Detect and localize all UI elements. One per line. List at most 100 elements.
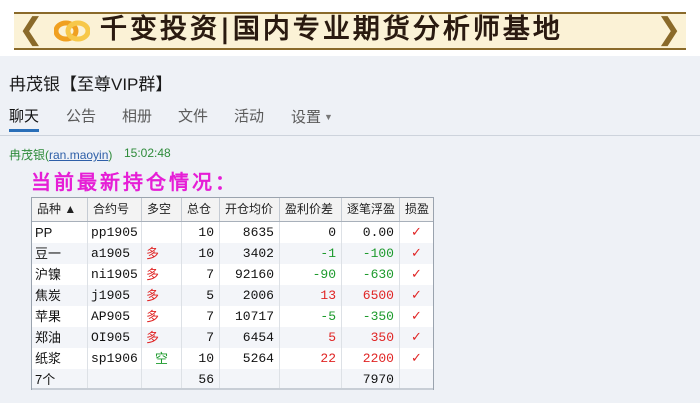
tabs-divider bbox=[0, 135, 700, 136]
summary-empty-cell bbox=[88, 369, 142, 390]
summary-empty-cell bbox=[142, 369, 182, 390]
size-cell: 7 bbox=[182, 264, 220, 285]
summary-size-cell: 56 bbox=[182, 369, 220, 390]
horizontal-scrollbar[interactable] bbox=[32, 388, 433, 390]
col-header-product[interactable]: 品种 ▲ bbox=[32, 198, 88, 221]
checkmark-icon: ✓ bbox=[411, 246, 422, 261]
checkmark-icon: ✓ bbox=[411, 309, 422, 324]
floating-pnl-cell: -100 bbox=[342, 243, 400, 264]
open-price-cell: 6454 bbox=[220, 327, 280, 348]
direction-cell: 多 bbox=[142, 327, 182, 348]
floating-pnl-cell: 6500 bbox=[342, 285, 400, 306]
open-price-cell: 92160 bbox=[220, 264, 280, 285]
table-row[interactable]: 苹果 AP905 多 7 10717 -5 -350 ✓ bbox=[32, 306, 433, 327]
summary-pnl-cell: 7970 bbox=[342, 369, 400, 390]
summary-empty-cell bbox=[280, 369, 342, 390]
size-cell: 7 bbox=[182, 306, 220, 327]
chevron-down-icon: ▼ bbox=[324, 112, 333, 122]
message-headline: 当前最新持仓情况： bbox=[31, 170, 238, 194]
positions-table: 品种 ▲ 合约号 多空 总仓 开仓均价 盈利价差 逐笔浮盈 损盈 PP pp190… bbox=[31, 197, 434, 390]
direction-cell: 多 bbox=[142, 264, 182, 285]
open-price-cell: 10717 bbox=[220, 306, 280, 327]
tab-album[interactable]: 相册 bbox=[122, 106, 152, 134]
contract-cell: AP905 bbox=[88, 306, 142, 327]
open-price-cell: 2006 bbox=[220, 285, 280, 306]
floating-pnl-cell: 0.00 bbox=[342, 222, 400, 243]
chevron-left-icon: ❮ bbox=[18, 12, 44, 47]
sender-name: 冉茂银 bbox=[9, 148, 46, 162]
table-row[interactable]: 纸浆 sp1906 空 10 5264 22 2200 ✓ bbox=[32, 348, 433, 369]
table-row[interactable]: 豆一 a1905 多 10 3402 -1 -100 ✓ bbox=[32, 243, 433, 264]
contract-cell: ni1905 bbox=[88, 264, 142, 285]
checkmark-icon: ✓ bbox=[411, 330, 422, 345]
promo-banner: ❮ ❯ 千变投资|国内专业期货分析师基地 bbox=[0, 0, 700, 56]
price-diff-cell: 0 bbox=[280, 222, 342, 243]
product-cell: 苹果 bbox=[32, 306, 88, 327]
size-cell: 10 bbox=[182, 243, 220, 264]
col-header-direction[interactable]: 多空 bbox=[142, 198, 182, 221]
floating-pnl-cell: 2200 bbox=[342, 348, 400, 369]
contract-cell: j1905 bbox=[88, 285, 142, 306]
col-header-pnl-flag[interactable]: 损盈 bbox=[400, 198, 433, 221]
col-header-contract[interactable]: 合约号 bbox=[88, 198, 142, 221]
floating-pnl-cell: 350 bbox=[342, 327, 400, 348]
product-cell: PP bbox=[32, 222, 88, 243]
direction-cell: 多 bbox=[142, 306, 182, 327]
product-cell: 纸浆 bbox=[32, 348, 88, 369]
tab-chat[interactable]: 聊天 bbox=[9, 106, 40, 132]
table-row[interactable]: 沪镍 ni1905 多 7 92160 -90 -630 ✓ bbox=[32, 264, 433, 285]
col-header-size[interactable]: 总仓 bbox=[182, 198, 220, 221]
checkmark-icon: ✓ bbox=[411, 225, 422, 240]
product-cell: 沪镍 bbox=[32, 264, 88, 285]
tab-files[interactable]: 文件 bbox=[178, 106, 208, 134]
checkmark-icon: ✓ bbox=[411, 288, 422, 303]
banner-title: 千变投资|国内专业期货分析师基地 bbox=[100, 14, 563, 45]
price-diff-cell: 13 bbox=[280, 285, 342, 306]
message-sender[interactable]: 冉茂银(ran.maoyin) bbox=[9, 146, 112, 163]
size-cell: 10 bbox=[182, 222, 220, 243]
tab-activity[interactable]: 活动 bbox=[234, 106, 264, 134]
size-cell: 7 bbox=[182, 327, 220, 348]
table-header: 品种 ▲ 合约号 多空 总仓 开仓均价 盈利价差 逐笔浮盈 损盈 bbox=[32, 198, 433, 222]
checkmark-icon: ✓ bbox=[411, 267, 422, 282]
contract-cell: a1905 bbox=[88, 243, 142, 264]
product-cell: 郑油 bbox=[32, 327, 88, 348]
contract-cell: sp1906 bbox=[88, 348, 142, 369]
tab-announcement[interactable]: 公告 bbox=[66, 106, 96, 134]
message-timestamp: 15:02:48 bbox=[124, 146, 171, 160]
summary-empty-cell bbox=[220, 369, 280, 390]
col-header-open-price[interactable]: 开仓均价 bbox=[220, 198, 280, 221]
checkmark-icon: ✓ bbox=[411, 351, 422, 366]
open-price-cell: 5264 bbox=[220, 348, 280, 369]
direction-cell: 多 bbox=[142, 285, 182, 306]
product-cell: 豆一 bbox=[32, 243, 88, 264]
chevron-right-icon: ❯ bbox=[656, 12, 682, 47]
table-row[interactable]: 焦炭 j1905 多 5 2006 13 6500 ✓ bbox=[32, 285, 433, 306]
col-header-floating-pnl[interactable]: 逐笔浮盈 bbox=[342, 198, 400, 221]
price-diff-cell: -5 bbox=[280, 306, 342, 327]
direction-cell: 空 bbox=[142, 348, 182, 369]
contract-cell: pp1905 bbox=[88, 222, 142, 243]
group-chat-title: 冉茂银【至尊VIP群】 bbox=[9, 75, 173, 94]
price-diff-cell: 5 bbox=[280, 327, 342, 348]
direction-cell bbox=[142, 222, 182, 243]
table-summary-row: 7个 56 7970 bbox=[32, 369, 433, 390]
product-cell: 焦炭 bbox=[32, 285, 88, 306]
price-diff-cell: 22 bbox=[280, 348, 342, 369]
tab-settings[interactable]: 设置 ▼ bbox=[291, 106, 333, 134]
open-price-cell: 8635 bbox=[220, 222, 280, 243]
summary-count-cell: 7个 bbox=[32, 369, 88, 390]
contract-cell: OI905 bbox=[88, 327, 142, 348]
summary-empty-cell bbox=[400, 369, 433, 390]
floating-pnl-cell: -350 bbox=[342, 306, 400, 327]
price-diff-cell: -1 bbox=[280, 243, 342, 264]
size-cell: 10 bbox=[182, 348, 220, 369]
open-price-cell: 3402 bbox=[220, 243, 280, 264]
col-header-price-diff[interactable]: 盈利价差 bbox=[280, 198, 342, 221]
chat-tabs: 聊天 公告 相册 文件 活动 设置 ▼ bbox=[0, 106, 700, 136]
size-cell: 5 bbox=[182, 285, 220, 306]
table-row[interactable]: 郑油 OI905 多 7 6454 5 350 ✓ bbox=[32, 327, 433, 348]
price-diff-cell: -90 bbox=[280, 264, 342, 285]
sender-id-link[interactable]: ran.maoyin bbox=[49, 148, 108, 162]
table-row[interactable]: PP pp1905 10 8635 0 0.00 ✓ bbox=[32, 222, 433, 243]
